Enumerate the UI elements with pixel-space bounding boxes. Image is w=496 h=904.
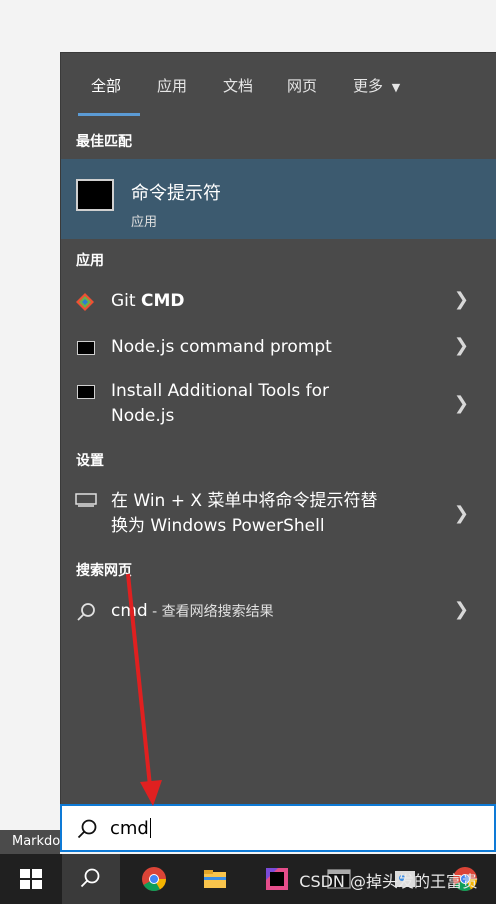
text-caret: [149, 818, 151, 838]
cmd-icon: [76, 179, 114, 211]
web-search-hint: - 查看网络搜索结果: [147, 604, 274, 620]
git-cmd-icon: [76, 293, 94, 311]
chrome-icon[interactable]: [141, 866, 167, 892]
monitor-icon: [75, 493, 97, 507]
chevron-right-icon: ❯: [453, 335, 469, 356]
active-tab-indicator: [78, 113, 140, 116]
chevron-right-icon: ❯: [453, 503, 469, 524]
tab-documents[interactable]: 文档: [223, 75, 253, 96]
app-item-label-line2: Node.js: [111, 406, 175, 426]
app-item-install-additional-tools[interactable]: Install Additional Tools for Node.js ❯: [61, 379, 496, 431]
search-box[interactable]: cmd: [60, 804, 496, 852]
search-icon: [77, 819, 97, 839]
web-search-item[interactable]: cmd - 查看网络搜索结果 ❯: [61, 599, 496, 627]
section-web-search: 搜索网页: [76, 563, 132, 579]
search-panel: 全部 应用 文档 网页 更多 ▼ 最佳匹配 命令提示符 应用 应用 Git CM…: [60, 52, 496, 805]
search-icon: [80, 868, 100, 888]
csdn-watermark: CSDN @掉头发的王富贵: [299, 872, 478, 891]
tab-more-label: 更多: [353, 77, 384, 95]
best-match-item[interactable]: 命令提示符 应用: [61, 159, 496, 239]
settings-item-powershell[interactable]: 在 Win + X 菜单中将命令提示符替 换为 Windows PowerShe…: [61, 489, 496, 541]
tab-more[interactable]: 更多 ▼: [353, 75, 400, 96]
windows-start-icon[interactable]: [18, 866, 44, 892]
chevron-right-icon: ❯: [453, 393, 469, 414]
app-item-git-cmd[interactable]: Git CMD ❯: [61, 289, 496, 317]
background-window-label[interactable]: Markdo: [0, 830, 60, 854]
settings-item-label-line1: 在 Win + X 菜单中将命令提示符替: [111, 491, 378, 511]
web-search-label: cmd - 查看网络搜索结果: [111, 599, 274, 625]
tab-web[interactable]: 网页: [287, 75, 317, 96]
tab-apps[interactable]: 应用: [157, 75, 187, 96]
app-item-nodejs-command-prompt[interactable]: Node.js command prompt ❯: [61, 335, 496, 363]
jetbrains-icon[interactable]: [264, 866, 290, 892]
terminal-icon: [77, 385, 95, 399]
app-item-label-line1: Install Additional Tools for: [111, 381, 329, 401]
app-item-label: Git CMD: [111, 291, 185, 311]
terminal-icon: [77, 341, 95, 355]
web-search-query: cmd: [111, 601, 148, 621]
search-icon: [77, 603, 95, 621]
taskbar-search-button[interactable]: [62, 854, 120, 904]
settings-item-label-line2: 换为 Windows PowerShell: [111, 516, 325, 536]
caret-down-icon: ▼: [391, 81, 401, 94]
file-explorer-icon[interactable]: [202, 866, 228, 892]
best-match-name: 命令提示符: [131, 183, 221, 204]
section-best-match: 最佳匹配: [76, 134, 132, 150]
section-settings: 设置: [76, 453, 104, 469]
chevron-right-icon: ❯: [453, 289, 469, 310]
best-match-type: 应用: [131, 215, 158, 230]
section-apps: 应用: [76, 253, 104, 269]
app-item-label: Node.js command prompt: [111, 337, 332, 357]
search-input[interactable]: cmd: [110, 818, 151, 839]
tab-all[interactable]: 全部: [91, 75, 121, 96]
chevron-right-icon: ❯: [453, 599, 469, 620]
filter-tabs: 全部 应用 文档 网页 更多 ▼: [61, 53, 496, 117]
